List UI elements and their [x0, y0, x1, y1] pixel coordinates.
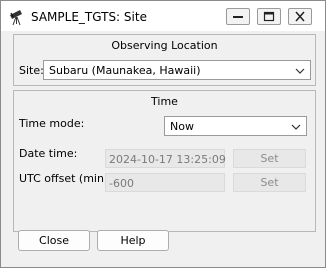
- close-button[interactable]: Close: [18, 230, 90, 251]
- time-title: Time: [151, 95, 178, 108]
- maximize-button[interactable]: [257, 8, 281, 25]
- time-group: Time Time mode: Now Date time: 2024-10-1…: [13, 90, 316, 232]
- minimize-icon: [233, 16, 243, 18]
- window-title: SAMPLE_TGTS: Site: [31, 10, 147, 24]
- date-time-value: 2024-10-17 13:25:09: [109, 153, 226, 166]
- utc-offset-set-button[interactable]: Set: [233, 173, 306, 192]
- utc-offset-set-label: Set: [260, 176, 279, 189]
- observing-location-group: Observing Location Site: Subaru (Maunake…: [13, 34, 316, 86]
- site-label: Site:: [19, 64, 44, 77]
- observing-location-title: Observing Location: [111, 39, 218, 52]
- site-dialog-window: SAMPLE_TGTS: Site Observing Location Sit…: [0, 0, 326, 268]
- site-select[interactable]: Subaru (Maunakea, Hawaii): [43, 60, 311, 80]
- dialog-content: Observing Location Site: Subaru (Maunake…: [9, 31, 317, 259]
- chevron-down-icon: [291, 124, 301, 130]
- close-window-button[interactable]: [288, 8, 312, 25]
- utc-offset-field[interactable]: -600: [105, 173, 225, 192]
- minimize-button[interactable]: [226, 8, 250, 25]
- maximize-icon: [263, 11, 275, 22]
- utc-offset-value: -600: [109, 177, 134, 190]
- utc-offset-label: UTC offset (min):: [19, 172, 112, 185]
- date-time-label: Date time:: [19, 147, 78, 160]
- time-mode-label: Time mode:: [19, 117, 85, 130]
- date-time-field[interactable]: 2024-10-17 13:25:09: [105, 149, 226, 168]
- help-button[interactable]: Help: [97, 230, 169, 251]
- date-time-set-button[interactable]: Set: [233, 149, 306, 168]
- time-mode-value: Now: [170, 120, 194, 133]
- telescope-icon: [8, 8, 26, 26]
- date-time-set-label: Set: [260, 152, 279, 165]
- help-button-label: Help: [120, 234, 146, 247]
- close-icon: [295, 11, 305, 22]
- time-mode-select[interactable]: Now: [164, 116, 307, 136]
- close-button-label: Close: [39, 234, 69, 247]
- title-bar[interactable]: SAMPLE_TGTS: Site: [1, 1, 325, 31]
- chevron-down-icon: [295, 68, 305, 74]
- site-select-value: Subaru (Maunakea, Hawaii): [49, 64, 201, 77]
